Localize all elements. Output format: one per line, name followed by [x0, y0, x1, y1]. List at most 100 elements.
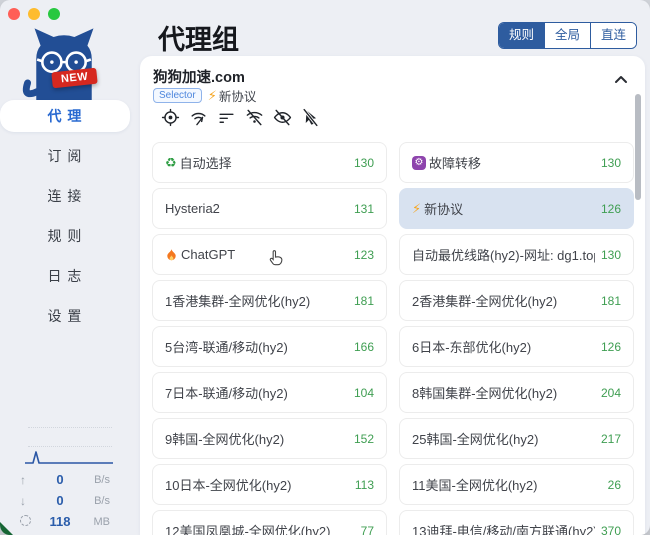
proxy-delay: 130 — [601, 156, 621, 170]
sidebar-nav: 代 理订 阅连 接规 则日 志设 置 — [0, 100, 130, 340]
cursor-off-icon[interactable] — [301, 108, 320, 127]
stat-unit: MB — [84, 516, 110, 528]
proxy-name: 自动最优线路(hy2)-网址: dg1.top — [412, 245, 595, 264]
proxy-name: ChatGPT — [165, 247, 348, 262]
proxy-name-text: 1香港集群-全网优化(hy2) — [165, 291, 310, 310]
wifi-off-icon[interactable] — [245, 108, 264, 127]
traffic-stat-row: ↓ 0 B/s — [20, 490, 110, 511]
sidebar-item-label: 设 置 — [48, 306, 83, 326]
cat-logo — [20, 24, 108, 102]
proxy-name-text: 12美国凤凰城-全网优化(hy2) — [165, 521, 330, 535]
proxy-card[interactable]: 11美国-全网优化(hy2) 26 — [399, 464, 634, 505]
proxy-card[interactable]: ChatGPT 123 — [152, 234, 387, 275]
group-toolbar — [161, 108, 320, 127]
group-name: 狗狗加速.com — [153, 66, 245, 87]
proxy-delay: 181 — [601, 294, 621, 308]
proxy-name: 2香港集群-全网优化(hy2) — [412, 291, 595, 310]
sidebar-item[interactable]: 日 志 — [0, 260, 130, 292]
proxy-delay: 166 — [354, 340, 374, 354]
proxy-card[interactable]: ⚡新协议 126 — [399, 188, 634, 229]
proxy-card[interactable]: 13迪拜-电信/移动/南方联通(hy2) 370 — [399, 510, 634, 535]
sort-icon[interactable] — [217, 108, 236, 127]
divider — [28, 446, 112, 447]
proxy-card[interactable]: 1香港集群-全网优化(hy2) 181 — [152, 280, 387, 321]
proxy-delay: 77 — [361, 524, 374, 535]
proxy-name-text: 6日本-东部优化(hy2) — [412, 337, 531, 356]
proxy-card[interactable]: 8韩国集群-全网优化(hy2) 204 — [399, 372, 634, 413]
proxy-delay: 126 — [601, 202, 621, 216]
proxy-delay: 152 — [354, 432, 374, 446]
locate-icon[interactable] — [161, 108, 180, 127]
proxy-name-text: 13迪拜-电信/移动/南方联通(hy2) — [412, 521, 595, 535]
sidebar: NEW 代 理订 阅连 接规 则日 志设 置 ↑ 0 B/s ↓ 0 B/s 1… — [0, 0, 130, 535]
traffic-sparkline — [24, 449, 114, 466]
current-node: ⚡ 新协议 — [208, 86, 257, 105]
sidebar-item[interactable]: 设 置 — [0, 300, 130, 332]
stat-icon: ↑ — [20, 474, 36, 486]
proxy-delay: 130 — [601, 248, 621, 262]
stat-unit: B/s — [84, 474, 110, 486]
eye-off-icon[interactable] — [273, 108, 292, 127]
group-type-badge: Selector — [153, 88, 202, 103]
app-window: NEW 代 理订 阅连 接规 则日 志设 置 ↑ 0 B/s ↓ 0 B/s 1… — [0, 0, 650, 535]
stat-value: 118 — [36, 514, 84, 529]
mode-button[interactable]: 直连 — [591, 23, 636, 48]
proxy-card[interactable]: 12美国凤凰城-全网优化(hy2) 77 — [152, 510, 387, 535]
proxy-card[interactable]: 25韩国-全网优化(hy2) 217 — [399, 418, 634, 459]
proxy-name: 1香港集群-全网优化(hy2) — [165, 291, 348, 310]
proxy-card[interactable]: 自动最优线路(hy2)-网址: dg1.top 130 — [399, 234, 634, 275]
sidebar-item[interactable]: 订 阅 — [0, 140, 130, 172]
proxy-name: ⚙故障转移 — [412, 153, 595, 172]
mode-button[interactable]: 全局 — [545, 23, 591, 48]
stat-value: 0 — [36, 493, 84, 508]
stat-unit: B/s — [84, 495, 110, 507]
traffic-stat-row: 118 MB — [20, 511, 110, 532]
sidebar-item[interactable]: 代 理 — [0, 100, 130, 132]
proxy-name: 8韩国集群-全网优化(hy2) — [412, 383, 595, 402]
proxy-delay: 181 — [354, 294, 374, 308]
flame-icon — [165, 248, 178, 262]
mode-button[interactable]: 规则 — [499, 23, 545, 48]
proxy-name: Hysteria2 — [165, 201, 348, 216]
proxy-name: 9韩国-全网优化(hy2) — [165, 429, 348, 448]
proxy-name-text: 5台湾-联通/移动(hy2) — [165, 337, 288, 356]
scrollbar-thumb[interactable] — [635, 94, 641, 200]
proxy-name-text: 25韩国-全网优化(hy2) — [412, 429, 538, 448]
collapse-chevron-up-icon[interactable] — [613, 72, 629, 88]
proxy-card[interactable]: 7日本-联通/移动(hy2) 104 — [152, 372, 387, 413]
proxy-card[interactable]: 9韩国-全网优化(hy2) 152 — [152, 418, 387, 459]
upload-arrow-icon: ↑ — [20, 473, 26, 487]
sidebar-item-label: 日 志 — [48, 266, 83, 286]
proxy-card[interactable]: ⚙故障转移 130 — [399, 142, 634, 183]
globe-icon — [20, 515, 31, 526]
proxy-card[interactable]: 6日本-东部优化(hy2) 126 — [399, 326, 634, 367]
proxy-delay: 113 — [355, 478, 374, 492]
bolt-icon: ⚡ — [412, 202, 421, 215]
proxy-card[interactable]: 2香港集群-全网优化(hy2) 181 — [399, 280, 634, 321]
sidebar-item[interactable]: 连 接 — [0, 180, 130, 212]
sidebar-item-label: 代 理 — [48, 106, 83, 126]
proxy-name-text: Hysteria2 — [165, 201, 220, 216]
corner-artifact — [0, 522, 13, 535]
proxy-card[interactable]: 10日本-全网优化(hy2) 113 — [152, 464, 387, 505]
proxy-group-panel: 狗狗加速.com Selector ⚡ 新协议 ♻自动选择 130 ⚙故障转移 … — [140, 56, 645, 535]
proxy-name-text: 故障转移 — [429, 153, 481, 172]
traffic-stats: ↑ 0 B/s ↓ 0 B/s 118 MB — [20, 469, 110, 532]
proxy-delay: 370 — [601, 524, 621, 535]
proxy-name: 11美国-全网优化(hy2) — [412, 475, 602, 494]
speed-test-icon[interactable] — [189, 108, 208, 127]
proxy-name: ♻自动选择 — [165, 153, 348, 172]
proxy-card[interactable]: Hysteria2 131 — [152, 188, 387, 229]
proxy-name-text: 9韩国-全网优化(hy2) — [165, 429, 284, 448]
sidebar-item-label: 连 接 — [48, 186, 83, 206]
proxy-name-text: 11美国-全网优化(hy2) — [412, 475, 537, 494]
failover-gear-icon: ⚙ — [412, 156, 426, 170]
proxy-delay: 26 — [608, 478, 621, 492]
proxy-card[interactable]: 5台湾-联通/移动(hy2) 166 — [152, 326, 387, 367]
current-node-label: 新协议 — [219, 86, 257, 105]
proxy-card[interactable]: ♻自动选择 130 — [152, 142, 387, 183]
proxy-delay: 217 — [601, 432, 621, 446]
proxy-delay: 130 — [354, 156, 374, 170]
stat-icon: ↓ — [20, 495, 36, 507]
sidebar-item[interactable]: 规 则 — [0, 220, 130, 252]
